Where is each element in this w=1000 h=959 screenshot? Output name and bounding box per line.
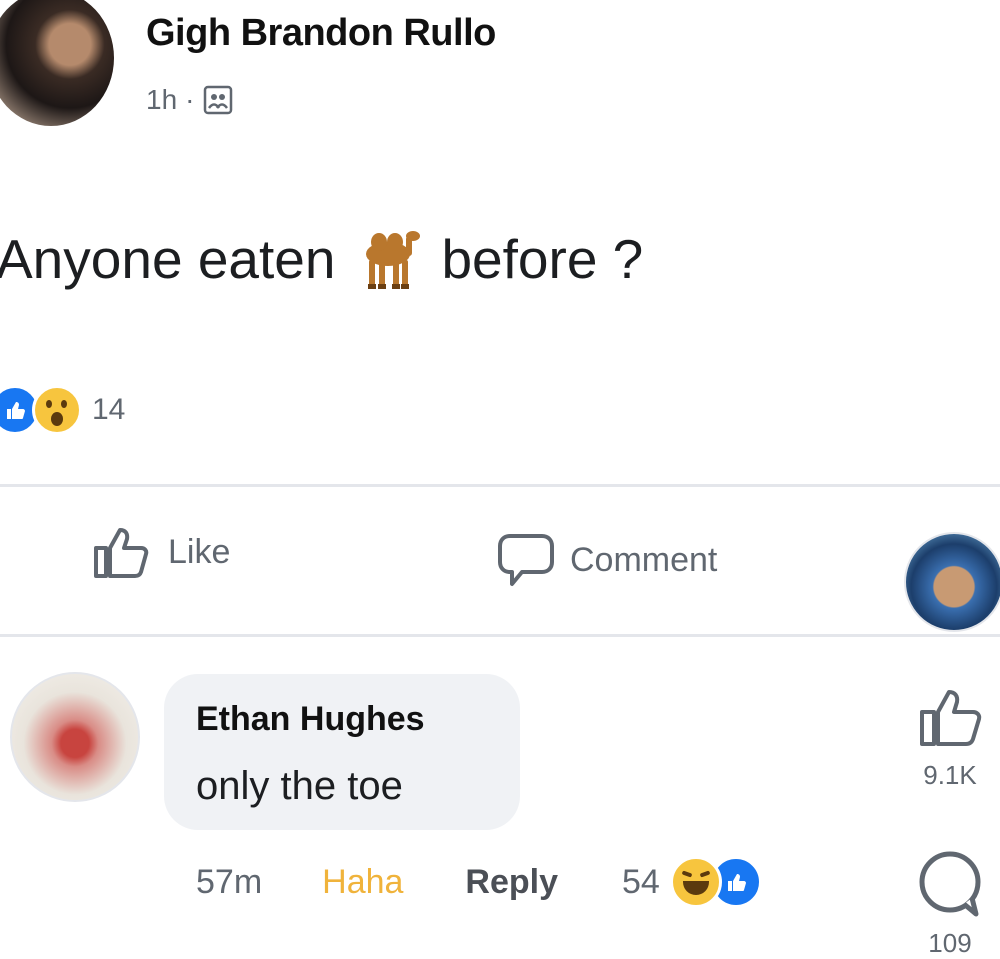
post-text-before: Anyone eaten (0, 228, 336, 290)
haha-icon (669, 856, 722, 908)
side-like-count: 9.1K (923, 760, 977, 790)
wow-icon (32, 385, 82, 435)
author-avatar[interactable] (0, 0, 114, 126)
reaction-summary[interactable]: 14 (0, 385, 125, 435)
speech-bubble-icon (498, 534, 554, 586)
like-label: Like (168, 532, 231, 571)
comment-meta: 57m Haha Reply 54 (196, 856, 762, 908)
divider (0, 634, 1000, 637)
camel-icon (366, 231, 421, 289)
side-comment-count: 109 (928, 928, 972, 958)
comment-haha-button[interactable]: Haha (322, 863, 403, 902)
reaction-count: 14 (92, 393, 126, 426)
comment-time[interactable]: 57m (196, 863, 262, 902)
comment-button[interactable]: Comment (496, 530, 717, 590)
commenter-avatar[interactable] (10, 672, 140, 802)
side-comment-icon[interactable] (912, 846, 988, 922)
post-author-name[interactable]: Gigh Brandon Rullo (146, 12, 496, 55)
group-icon[interactable] (202, 84, 234, 116)
comment-reaction-count[interactable]: 54 (622, 863, 660, 902)
viewer-avatar[interactable] (904, 532, 1000, 632)
meta-separator: · (185, 84, 195, 115)
post-text: Anyone eaten before ? (0, 222, 643, 296)
side-like-icon[interactable] (914, 680, 986, 752)
comment-label: Comment (570, 540, 718, 579)
like-button[interactable]: Like (90, 520, 230, 584)
post-meta: 1h · (146, 84, 234, 116)
thumbs-up-icon (94, 528, 149, 578)
post-text-after: before ? (441, 228, 644, 290)
post-time[interactable]: 1h (146, 84, 177, 116)
commenter-name[interactable]: Ethan Hughes (196, 700, 425, 739)
comment-text: only the toe (196, 764, 403, 808)
comment-reply-button[interactable]: Reply (465, 863, 558, 902)
divider (0, 484, 1000, 487)
